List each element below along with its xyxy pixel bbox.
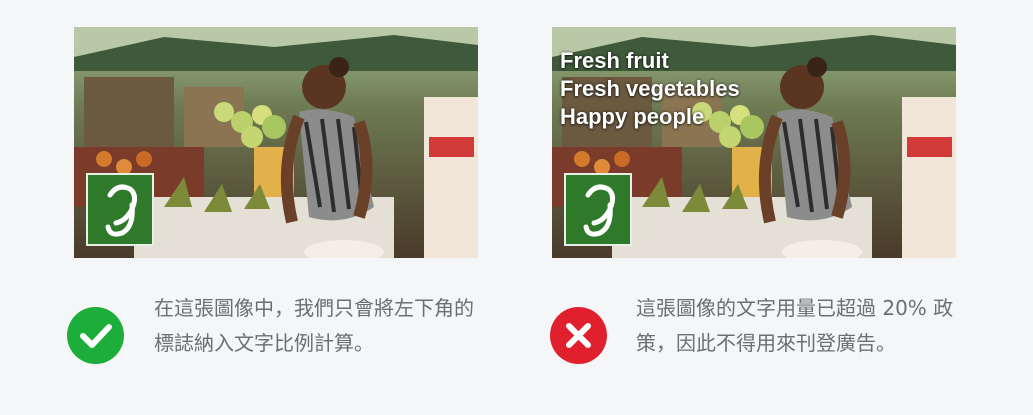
overlay-line: Happy people bbox=[560, 104, 705, 129]
cursive-g-icon bbox=[105, 184, 138, 237]
brand-logo bbox=[86, 173, 154, 246]
overlay-line: Fresh fruit bbox=[560, 48, 669, 73]
overlay-line: Fresh vegetables bbox=[560, 76, 740, 101]
caption-rejected: 這張圖像的文字用量已超過 20% 政策，因此不得用來刊登廣告。 bbox=[636, 296, 954, 355]
example-image-rejected: Fresh fruit Fresh vegetables Happy peopl… bbox=[552, 27, 956, 258]
cursive-g-icon bbox=[583, 184, 616, 237]
x-circle-icon bbox=[550, 307, 607, 364]
brand-logo bbox=[564, 173, 632, 246]
example-image-approved bbox=[74, 27, 478, 258]
overlay-text: Fresh fruit Fresh vegetables Happy peopl… bbox=[560, 47, 740, 131]
caption-approved: 在這張圖像中，我們只會將左下角的標誌納入文字比例計算。 bbox=[154, 296, 474, 355]
check-circle-icon bbox=[67, 307, 124, 364]
